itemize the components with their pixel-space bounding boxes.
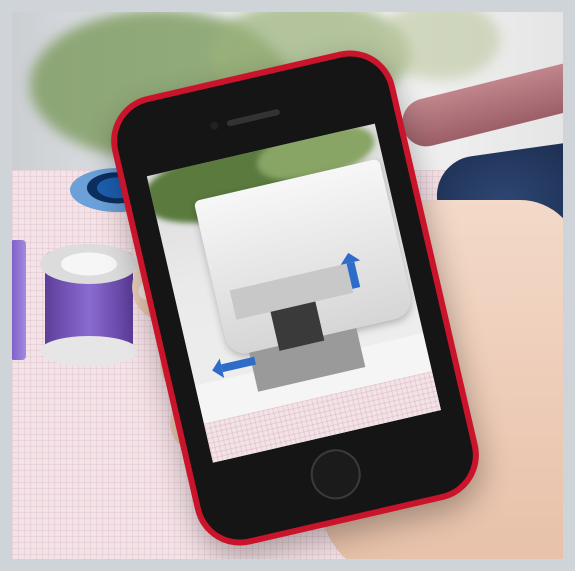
photo-scene [0, 0, 575, 571]
home-button[interactable] [305, 444, 366, 505]
earpiece [226, 108, 281, 127]
phone-screen[interactable] [146, 123, 441, 463]
plant [380, 0, 500, 80]
purple-spool-edge [10, 240, 26, 360]
front-camera-icon [208, 121, 219, 131]
arrow-left-icon[interactable] [221, 356, 256, 373]
spool-top [40, 244, 138, 284]
spool-bottom [40, 336, 138, 366]
